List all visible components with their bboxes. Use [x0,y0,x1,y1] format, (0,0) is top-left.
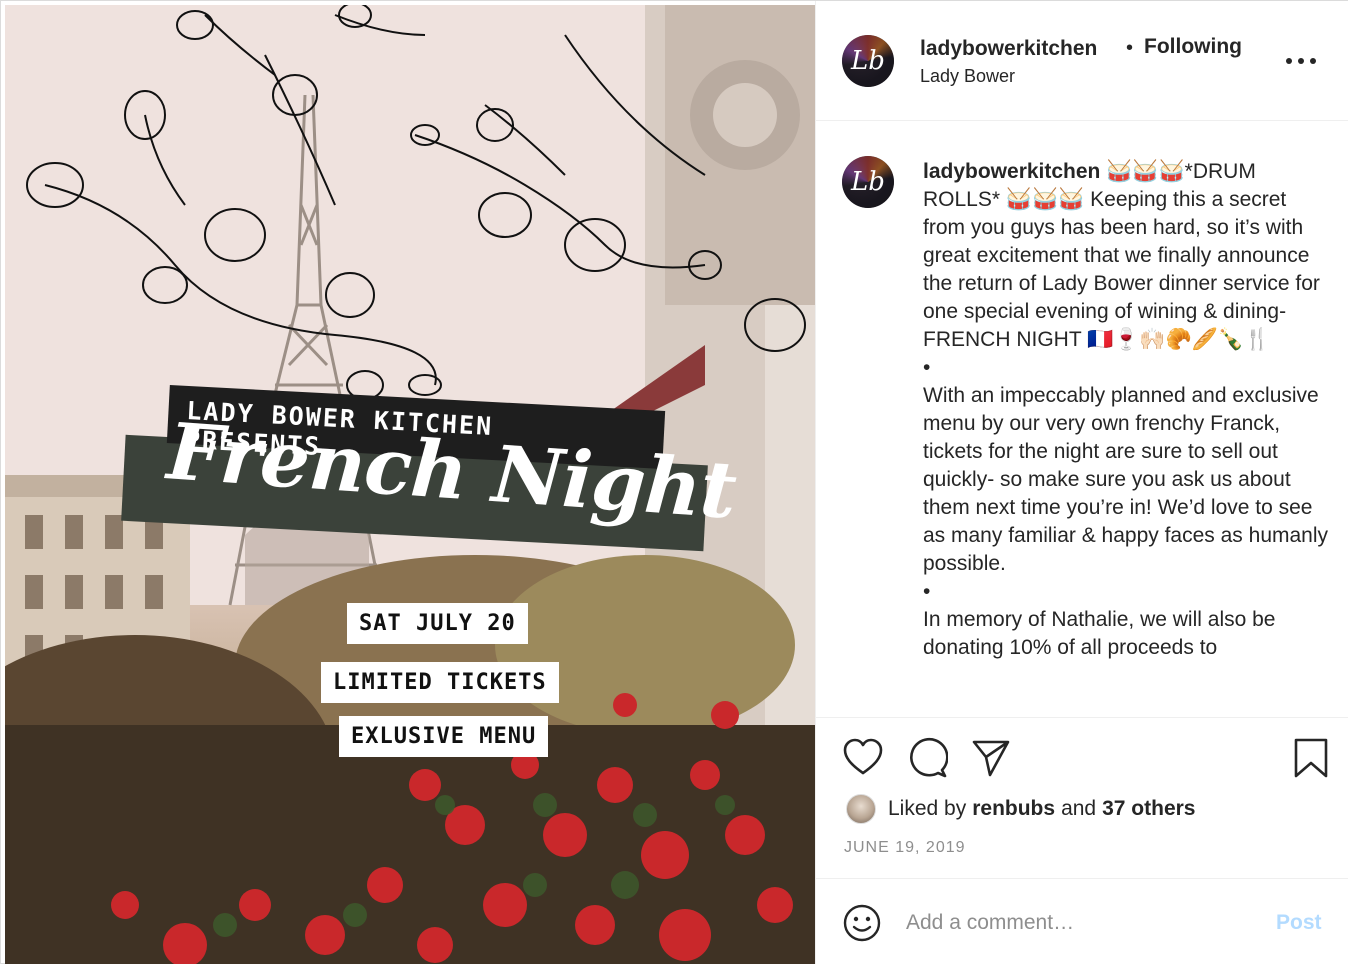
post-image[interactable]: LADY BOWER KITCHEN PRESENTS French Night… [5,5,815,964]
caption-text: ladybowerkitchen 🥁🥁🥁*DRUM ROLLS* 🥁🥁🥁 Kee… [923,158,1333,662]
liker-username[interactable]: renbubs [972,797,1055,821]
save-bookmark-icon[interactable] [1290,737,1332,779]
caption-paragraph-3: In memory of Nathalie, we will also be d… [923,608,1276,659]
header-username[interactable]: ladybowerkitchen [920,37,1097,61]
likes-connector: and [1061,797,1097,820]
add-comment-bar: Post [816,878,1348,964]
avatar-monogram: Lb [851,167,885,197]
instagram-post: LADY BOWER KITCHEN PRESENTS French Night… [0,0,1348,964]
event-date-tag: SAT JULY 20 [347,603,528,644]
location-link[interactable]: Lady Bower [920,66,1015,87]
action-bar [816,719,1348,799]
following-button[interactable]: Following [1144,35,1242,59]
post-side-panel: Lb ladybowerkitchen • Following Lady Bow… [815,1,1348,964]
caption-bullet-1: • [923,356,931,379]
caption-username[interactable]: ladybowerkitchen [923,160,1100,183]
comment-bubble-icon[interactable] [906,737,949,779]
emoji-smiley-icon[interactable] [842,903,882,943]
exclusive-menu-tag: EXLUSIVE MENU [339,716,549,757]
liked-by-prefix: Liked by [888,797,967,820]
comment-input[interactable] [906,903,1246,943]
caption-avatar[interactable]: Lb [842,156,894,208]
post-comment-button[interactable]: Post [1276,911,1322,935]
likes-summary[interactable]: Liked by renbubs and 37 others [846,793,1195,825]
caption-bullet-2: • [923,580,931,603]
header-separator: • [1126,37,1134,59]
profile-avatar[interactable]: Lb [842,35,894,87]
caption-scroll-area[interactable]: Lb ladybowerkitchen 🥁🥁🥁*DRUM ROLLS* 🥁🥁🥁 … [816,122,1348,718]
limited-tickets-tag: LIMITED TICKETS [321,662,559,703]
more-options-icon[interactable] [1286,53,1316,69]
post-header: Lb ladybowerkitchen • Following Lady Bow… [816,1,1348,121]
avatar-monogram: Lb [851,46,885,76]
likes-others-count[interactable]: 37 others [1102,797,1195,821]
caption-paragraph-2: With an impeccably planned and exclusive… [923,384,1329,575]
post-date[interactable]: JUNE 19, 2019 [844,839,966,857]
liker-avatar[interactable] [846,794,876,824]
caption-paragraph-1: 🥁🥁🥁*DRUM ROLLS* 🥁🥁🥁 Keeping this a secre… [923,160,1320,351]
like-heart-icon[interactable] [842,737,884,779]
share-paper-plane-icon[interactable] [970,737,1012,779]
